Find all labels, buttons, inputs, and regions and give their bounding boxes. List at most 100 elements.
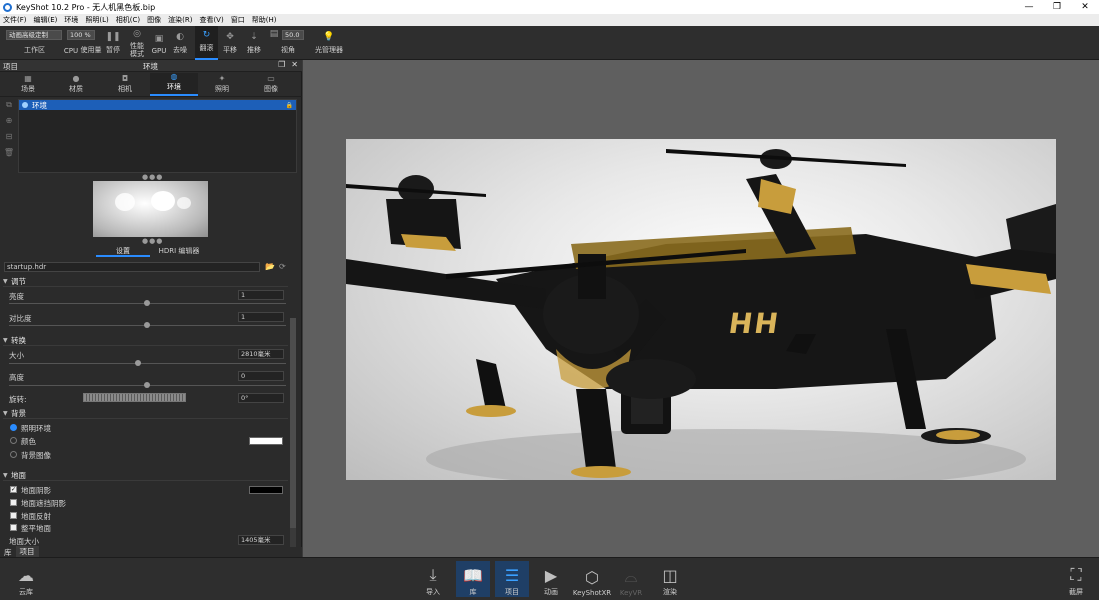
gpu-button[interactable]: ▣ GPU <box>150 26 168 60</box>
render-icon: ◫ <box>662 565 678 585</box>
scene-icon: ▦ <box>24 74 32 83</box>
copy-environment-icon[interactable]: ⊟ <box>2 132 16 148</box>
environment-list-item[interactable]: 环境 🔒 <box>19 100 296 110</box>
tab-environment[interactable]: ◍ 环境 <box>150 72 198 96</box>
color-label: 颜色 <box>21 437 36 446</box>
minimize-icon[interactable]: — <box>1015 0 1043 14</box>
flatten-ground-checkbox[interactable] <box>10 524 17 531</box>
section-ground[interactable]: ▼ 地面 <box>3 471 288 481</box>
contrast-slider-handle[interactable] <box>144 322 150 328</box>
keyvr-button[interactable]: ⌓ KeyVR <box>614 561 648 597</box>
flatten-ground-label: 整平地面 <box>21 524 51 533</box>
menu-render[interactable]: 渲染(R) <box>168 15 192 25</box>
menu-image[interactable]: 图像 <box>147 15 161 25</box>
screenshot-button[interactable]: ⛶ 截屏 <box>1059 561 1093 597</box>
background-color-swatch[interactable] <box>249 437 283 445</box>
tab-lighting[interactable]: ✦ 照明 <box>198 73 246 96</box>
pan-icon: ✥ <box>226 32 234 42</box>
radio-lighting-environment[interactable] <box>10 424 17 431</box>
light-manager-button[interactable]: 💡 光管理器 <box>313 26 345 60</box>
vr-headset-icon: ⌓ <box>624 567 638 586</box>
tab-settings[interactable]: 设置 <box>96 246 150 257</box>
size-field[interactable]: 2810毫米 <box>238 349 284 359</box>
shadow-color-swatch[interactable] <box>249 486 283 494</box>
panel-scrollbar[interactable] <box>290 318 296 548</box>
ground-reflection-checkbox[interactable] <box>10 512 17 519</box>
library-button[interactable]: 📖 库 <box>456 561 490 597</box>
workspace-select[interactable]: 动画高级定制 <box>6 30 62 40</box>
tab-camera[interactable]: ◘ 相机 <box>101 73 149 96</box>
splitter-handle[interactable]: ●●● <box>142 238 162 245</box>
duplicate-environment-icon[interactable]: ⊕ <box>2 116 16 132</box>
section-transform[interactable]: ▼ 转换 <box>3 336 288 346</box>
splitter-handle[interactable]: ●●● <box>142 174 162 181</box>
keyshot-logo-icon <box>3 2 12 12</box>
brightness-slider-handle[interactable] <box>144 300 150 306</box>
animation-button[interactable]: ▶ 动画 <box>534 561 568 597</box>
tab-library[interactable]: 库 <box>0 547 16 558</box>
close-icon[interactable]: ✕ <box>1071 0 1099 14</box>
render-viewport[interactable]: HH <box>303 60 1099 557</box>
size-slider[interactable] <box>9 363 286 364</box>
keyshotxr-button[interactable]: ⬡ KeyShotXR <box>573 561 611 598</box>
menu-view[interactable]: 查看(V) <box>199 15 223 25</box>
panel-close-icon[interactable]: ✕ <box>291 60 298 69</box>
hdri-file-field[interactable]: startup.hdr <box>4 262 260 272</box>
tab-image[interactable]: ▭ 图像 <box>247 73 295 96</box>
size-label: 大小 <box>9 351 24 360</box>
environment-icon: ◍ <box>170 72 178 81</box>
fov-label: 视角 <box>281 46 295 54</box>
project-button[interactable]: ☰ 项目 <box>495 561 529 597</box>
pan-button[interactable]: ✥ 平移 <box>220 26 240 60</box>
maximize-icon[interactable]: ❐ <box>1043 0 1071 14</box>
open-folder-icon[interactable]: 📂 <box>265 262 275 271</box>
ground-reflection-label: 地面反射 <box>21 512 51 521</box>
menu-window[interactable]: 窗口 <box>231 15 245 25</box>
radio-background-image[interactable] <box>10 451 17 458</box>
undock-icon[interactable]: ❐ <box>278 60 285 69</box>
performance-mode-button[interactable]: ◎ 性能模式 <box>124 26 150 60</box>
menu-edit[interactable]: 编辑(E) <box>34 15 58 25</box>
menu-camera[interactable]: 相机(C) <box>116 15 140 25</box>
import-icon: ⤓ <box>429 565 437 584</box>
hh-logo: HH <box>726 307 783 340</box>
rotation-dial[interactable] <box>83 393 186 402</box>
tab-hdri-editor[interactable]: HDRI 编辑器 <box>152 246 206 257</box>
contrast-field[interactable]: 1 <box>238 312 284 322</box>
add-environment-icon[interactable]: ⧉ <box>2 100 16 116</box>
ground-size-field[interactable]: 1405毫米 <box>238 535 284 545</box>
menu-file[interactable]: 文件(F) <box>3 15 27 25</box>
lighting-icon: ✦ <box>218 74 226 83</box>
size-slider-handle[interactable] <box>135 360 141 366</box>
scrollbar-thumb[interactable] <box>290 318 296 528</box>
ground-shadow-checkbox[interactable]: ✓ <box>10 486 17 493</box>
rotation-field[interactable]: 0° <box>238 393 284 403</box>
project-panel: 项目 环境 ❐ ✕ ▦ 场景 ● 材质 ◘ 相机 ◍ 环境 ✦ 照明 ▭ 图像 ⧉ ⊕ ⊟ … <box>0 60 302 548</box>
denoise-button[interactable]: ◐ 去噪 <box>170 26 190 60</box>
import-button[interactable]: ⤓ 导入 <box>416 561 450 597</box>
render-image[interactable]: HH <box>346 139 1056 480</box>
ground-occlusion-checkbox[interactable] <box>10 499 17 506</box>
hdri-preview[interactable] <box>93 181 208 237</box>
section-adjust[interactable]: ▼ 调节 <box>3 277 288 287</box>
brightness-field[interactable]: 1 <box>238 290 284 300</box>
section-background[interactable]: ▼ 背景 <box>3 409 288 419</box>
lock-icon[interactable]: 🔒 <box>286 102 293 109</box>
menu-lighting[interactable]: 照明(L) <box>85 15 108 25</box>
cloud-library-button[interactable]: ☁ 云库 <box>8 561 44 597</box>
render-button[interactable]: ◫ 渲染 <box>653 561 687 597</box>
height-slider-handle[interactable] <box>144 382 150 388</box>
usage-label: 使用量 <box>80 46 102 54</box>
tumble-button[interactable]: ↻ 翻滚 <box>195 26 218 60</box>
dolly-button[interactable]: ⇣ 推移 <box>244 26 264 60</box>
delete-environment-icon[interactable]: 🗑 <box>2 148 16 164</box>
tab-scene[interactable]: ▦ 场景 <box>4 73 52 96</box>
project-icon: ☰ <box>504 565 520 585</box>
radio-color[interactable] <box>10 437 17 444</box>
tab-materials[interactable]: ● 材质 <box>52 73 100 96</box>
refresh-icon[interactable]: ⟳ <box>279 262 286 271</box>
height-field[interactable]: 0 <box>238 371 284 381</box>
chevron-down-icon: ▼ <box>3 410 8 417</box>
pause-button[interactable]: ❚❚ 暂停 <box>103 26 123 60</box>
menu-environment[interactable]: 环境 <box>64 15 78 25</box>
